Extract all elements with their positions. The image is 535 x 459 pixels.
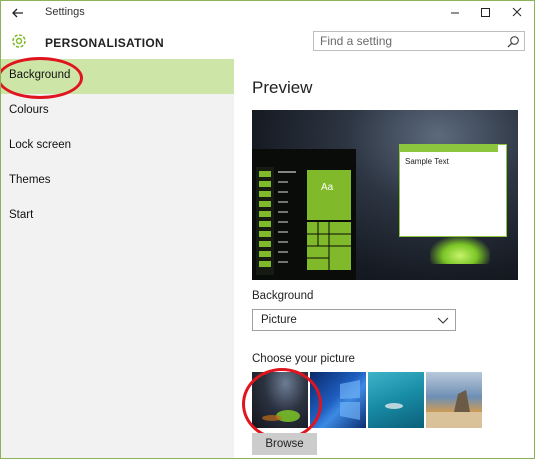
- chevron-down-icon: [437, 317, 449, 324]
- sidebar-nav: Background Colours Lock screen Themes St…: [1, 57, 234, 458]
- background-dropdown[interactable]: Picture: [252, 309, 456, 331]
- picture-thumbnail-4[interactable]: [426, 372, 482, 428]
- thumbnail-tent-glow: [262, 410, 300, 422]
- sidebar-item-label: Lock screen: [9, 139, 72, 151]
- minimize-button[interactable]: [439, 1, 471, 25]
- search-icon[interactable]: [507, 35, 520, 48]
- back-arrow-icon: [12, 8, 23, 18]
- sidebar-item-colours[interactable]: Colours: [1, 94, 234, 129]
- sample-window-titlebar: [400, 145, 506, 152]
- start-list-icon: [256, 167, 296, 275]
- search-box[interactable]: [313, 31, 525, 51]
- aa-tile-text: Aa: [321, 182, 334, 193]
- picture-thumbnail-1[interactable]: [252, 372, 308, 428]
- preview-image: Aa Sample Text: [252, 110, 518, 280]
- settings-window: Settings PERSONALISATION Find a setting …: [0, 0, 535, 459]
- small-tiles-icon: [307, 222, 351, 270]
- maximize-button[interactable]: [469, 1, 501, 25]
- tile-group: Aa: [307, 170, 351, 270]
- sidebar-item-label: Start: [9, 209, 34, 221]
- minimize-icon: [451, 12, 459, 14]
- swimmer-icon: [385, 403, 403, 409]
- background-label: Background: [252, 290, 314, 302]
- sidebar-item-lock-screen[interactable]: Lock screen: [1, 129, 234, 164]
- sidebar-item-background[interactable]: Background: [1, 59, 234, 94]
- back-button[interactable]: [7, 3, 29, 23]
- picture-thumbnail-2[interactable]: [310, 372, 366, 428]
- tent-glow: [430, 236, 490, 264]
- window-title: Settings: [45, 6, 85, 18]
- maximize-icon: [481, 8, 490, 17]
- page-title: PERSONALISATION: [45, 36, 164, 50]
- windows-logo-icon: [340, 380, 360, 420]
- preview-heading: Preview: [252, 78, 313, 97]
- close-icon: [512, 7, 522, 17]
- beach-rock-icon: [426, 390, 482, 428]
- browse-button[interactable]: Browse: [252, 433, 317, 455]
- sidebar-item-start[interactable]: Start: [1, 199, 234, 234]
- sidebar-item-label: Themes: [9, 174, 51, 186]
- start-menu-mockup: Aa: [252, 149, 356, 280]
- page-header: PERSONALISATION: [1, 25, 534, 59]
- sample-text: Sample Text: [405, 157, 449, 166]
- sidebar-item-label: Background: [9, 69, 71, 81]
- sample-window: Sample Text: [399, 144, 507, 237]
- background-dropdown-value: Picture: [261, 314, 297, 326]
- title-bar: Settings: [1, 1, 534, 25]
- gear-icon: [12, 34, 26, 48]
- choose-picture-label: Choose your picture: [252, 353, 355, 365]
- picture-thumbnail-3[interactable]: [368, 372, 424, 428]
- aa-tile: Aa: [307, 170, 351, 220]
- sidebar-item-themes[interactable]: Themes: [1, 164, 234, 199]
- search-input[interactable]: [314, 32, 516, 50]
- close-button[interactable]: [501, 1, 533, 25]
- sidebar-item-label: Colours: [9, 104, 49, 116]
- main-content: Preview Aa Sample Text Background Pictur…: [234, 59, 534, 458]
